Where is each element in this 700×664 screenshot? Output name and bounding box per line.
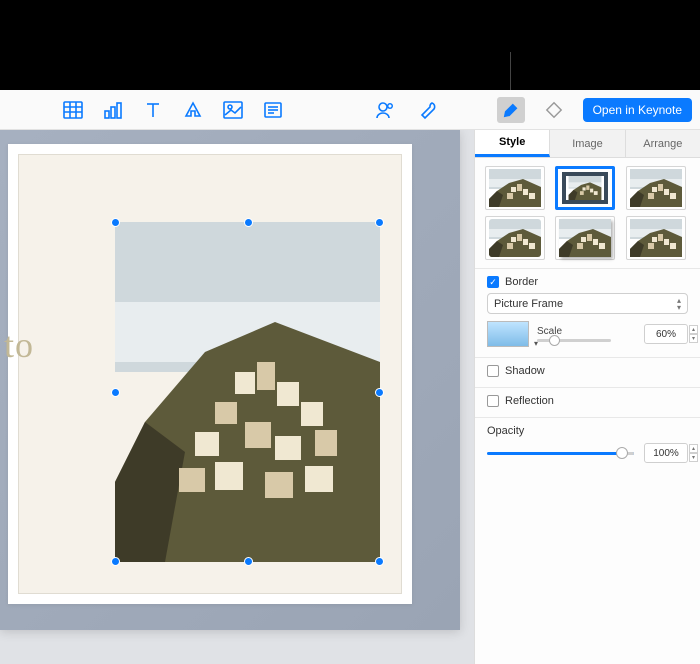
shape-icon[interactable]	[182, 99, 204, 121]
reflection-checkbox[interactable]	[487, 395, 499, 407]
format-inspector: Style Image Arrange Border Picture Frame…	[474, 130, 700, 664]
image-style-thumb[interactable]	[485, 216, 545, 260]
border-label: Border	[505, 276, 538, 288]
tools-icon[interactable]	[418, 99, 440, 121]
image-style-thumb[interactable]	[626, 216, 686, 260]
opacity-label: Opacity	[487, 425, 688, 437]
callout-pointer-line	[510, 52, 511, 90]
media-icon[interactable]	[222, 99, 244, 121]
shadow-checkbox[interactable]	[487, 365, 499, 377]
tab-arrange[interactable]: Arrange	[626, 130, 700, 157]
tab-style[interactable]: Style	[475, 130, 550, 157]
reflection-label: Reflection	[505, 395, 554, 407]
opacity-value-field[interactable]: 100% ▴▾	[644, 443, 688, 463]
scale-value-field[interactable]: 60% ▴▾	[644, 324, 688, 344]
image-style-thumb[interactable]	[485, 166, 545, 210]
image-style-thumb[interactable]	[555, 166, 615, 210]
collaborate-icon[interactable]	[374, 99, 396, 121]
resize-handle[interactable]	[111, 388, 120, 397]
resize-handle[interactable]	[375, 218, 384, 227]
resize-handle[interactable]	[244, 218, 253, 227]
title-placeholder-text: ck to	[0, 324, 34, 366]
slide-canvas[interactable]: ck to edit	[0, 130, 474, 664]
resize-handle[interactable]	[244, 557, 253, 566]
comment-icon[interactable]	[262, 99, 284, 121]
opacity-stepper[interactable]: ▴▾	[689, 444, 698, 462]
top-black-band	[0, 0, 700, 90]
toolbar: Open in Keynote	[0, 90, 700, 130]
selected-image[interactable]	[115, 222, 380, 562]
animate-icon[interactable]	[543, 99, 565, 121]
table-icon[interactable]	[62, 99, 84, 121]
image-style-thumb[interactable]	[555, 216, 615, 260]
opacity-slider[interactable]	[487, 452, 634, 455]
format-icon[interactable]	[497, 97, 525, 123]
resize-handle[interactable]	[111, 557, 120, 566]
border-type-select[interactable]: Picture Frame ▴▾	[487, 293, 688, 314]
tab-image[interactable]: Image	[550, 130, 625, 157]
text-icon[interactable]	[142, 99, 164, 121]
resize-handle[interactable]	[375, 557, 384, 566]
image-style-thumb[interactable]	[626, 166, 686, 210]
resize-handle[interactable]	[111, 218, 120, 227]
open-in-keynote-button[interactable]: Open in Keynote	[583, 98, 692, 122]
resize-handle[interactable]	[375, 388, 384, 397]
frame-swatch[interactable]	[487, 321, 529, 347]
shadow-label: Shadow	[505, 365, 545, 377]
scale-slider[interactable]	[537, 339, 611, 342]
chevron-updown-icon: ▴▾	[677, 297, 681, 311]
image-styles-grid	[475, 158, 700, 268]
border-checkbox[interactable]	[487, 276, 499, 288]
scale-stepper[interactable]: ▴▾	[689, 325, 698, 343]
chart-icon[interactable]	[102, 99, 124, 121]
